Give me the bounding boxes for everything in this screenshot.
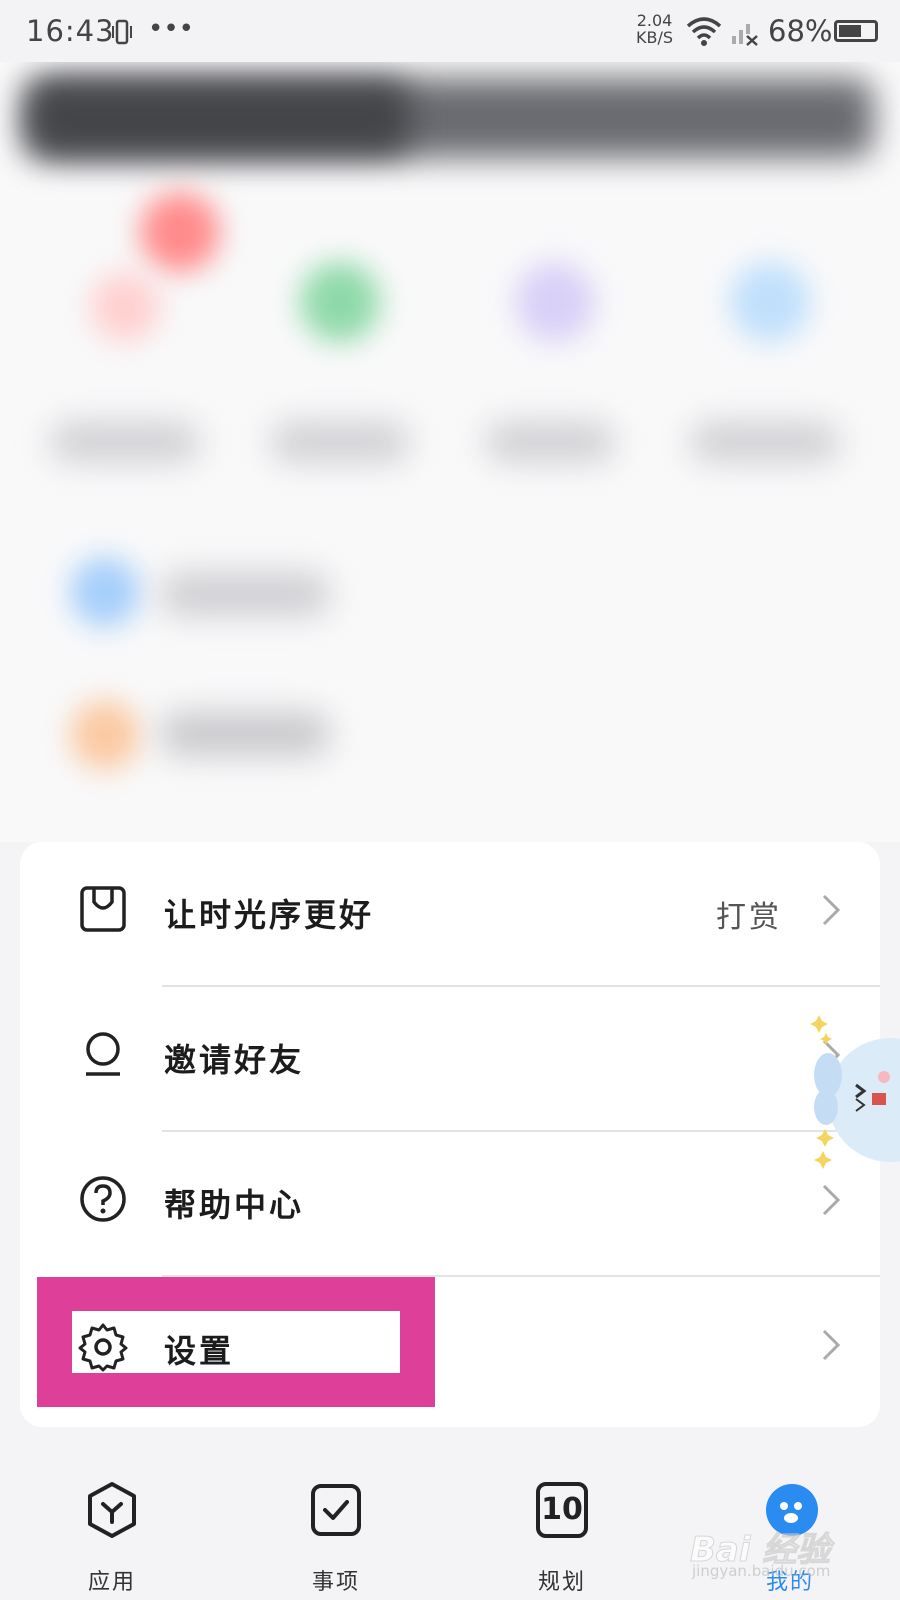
speed-value: 2.04 xyxy=(636,11,673,30)
signal-icon xyxy=(732,24,758,46)
battery-percent: 68% xyxy=(768,14,833,48)
more-dots: ••• xyxy=(148,14,195,44)
tab-label: 规划 xyxy=(537,1570,586,1595)
wifi-icon xyxy=(686,17,722,46)
tab-apps[interactable]: 应用 xyxy=(52,1480,172,1595)
menu-item-help[interactable]: 帮助中心 xyxy=(20,1132,880,1275)
tab-label: 事项 xyxy=(311,1570,360,1595)
vibrate-icon xyxy=(112,19,132,45)
menu-item-invite[interactable]: 邀请好友 xyxy=(20,987,880,1130)
speed-unit: KB/S xyxy=(636,28,674,47)
floating-mascot[interactable] xyxy=(808,1015,900,1195)
gear-icon xyxy=(78,1323,128,1372)
help-icon xyxy=(80,1176,126,1222)
menu-item-label: 设置 xyxy=(164,1332,235,1370)
person-icon xyxy=(86,1032,120,1076)
chevron-right-icon xyxy=(822,894,841,926)
tab-plan[interactable]: 10 规划 xyxy=(502,1480,622,1595)
watermark-sub: jingyan.baidu.com xyxy=(692,1562,831,1580)
tab-tasks[interactable]: 事项 xyxy=(276,1480,396,1595)
reward-text: 打赏 xyxy=(716,900,782,935)
menu-item-label: 让时光序更好 xyxy=(164,896,375,934)
apps-icon xyxy=(88,1482,136,1538)
blurred-content xyxy=(0,62,900,842)
envelope-icon xyxy=(80,886,126,932)
menu-item-label: 帮助中心 xyxy=(164,1186,305,1224)
chevron-right-icon xyxy=(822,1329,841,1361)
menu-item-label: 邀请好友 xyxy=(164,1041,305,1079)
status-bar: 16:43 ••• 2.04 KB/S 68% xyxy=(0,0,900,62)
battery-icon xyxy=(834,20,878,42)
menu-item-reward[interactable]: 让时光序更好 打赏 xyxy=(20,842,880,985)
network-speed: 2.04 KB/S xyxy=(636,12,673,46)
calendar-badge: 10 xyxy=(541,1492,583,1527)
status-time: 16:43 xyxy=(26,14,115,48)
baidu-watermark: Bai 经验 jingyan.baidu.com xyxy=(689,1522,860,1584)
tab-label: 应用 xyxy=(87,1570,136,1595)
checklist-icon xyxy=(311,1484,361,1536)
